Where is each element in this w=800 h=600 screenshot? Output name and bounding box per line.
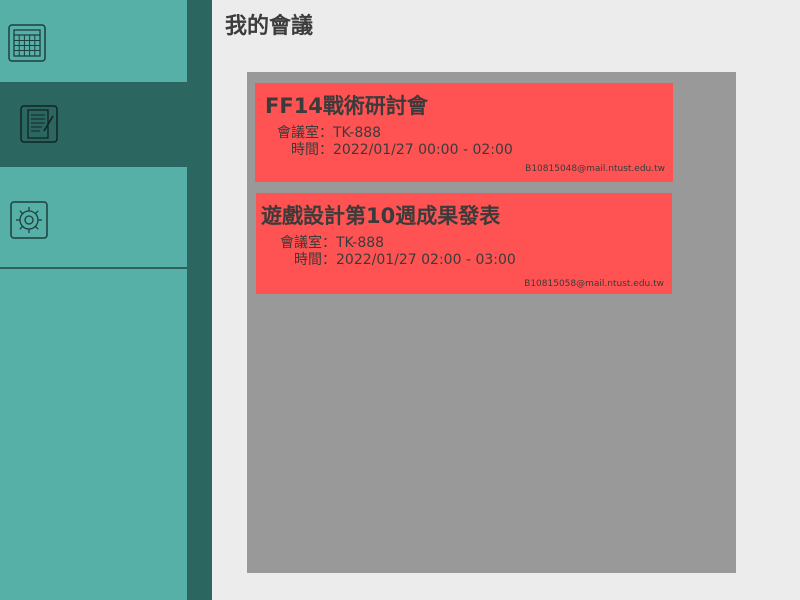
meeting-title: FF14戰術研討會 xyxy=(265,94,428,118)
calendar-icon xyxy=(8,24,46,62)
meeting-organizer-email: B10815048@mail.ntust.edu.tw xyxy=(525,164,665,174)
sidebar-item-calendar[interactable] xyxy=(0,0,187,82)
meeting-list: FF14戰術研討會 會議室：TK-888 時間：2022/01/27 00:00… xyxy=(247,72,736,573)
meeting-card[interactable]: FF14戰術研討會 會議室：TK-888 時間：2022/01/27 00:00… xyxy=(255,83,673,182)
meeting-room-label: 會議室： xyxy=(280,235,336,251)
app-window: 我的會議 FF14戰術研討會 會議室：TK-888 時間：2022/01/27 … xyxy=(0,0,800,600)
sidebar xyxy=(0,0,212,600)
meeting-time-label: 時間： xyxy=(294,252,336,268)
sidebar-filler xyxy=(0,268,187,600)
meeting-room: 會議室：TK-888 xyxy=(276,234,384,252)
page-title: 我的會議 xyxy=(225,14,314,39)
meeting-title: 遊戲設計第10週成果發表 xyxy=(261,204,501,228)
meeting-time-value: 2022/01/27 00:00 - 02:00 xyxy=(333,142,513,158)
meeting-room: 會議室：TK-888 xyxy=(275,124,381,142)
meeting-time-value: 2022/01/27 02:00 - 03:00 xyxy=(336,252,516,268)
meeting-room-value: TK-888 xyxy=(336,235,385,251)
notepad-icon xyxy=(20,105,58,143)
sidebar-item-settings[interactable] xyxy=(0,167,187,267)
gear-icon xyxy=(10,201,48,239)
sidebar-item-meetings[interactable] xyxy=(0,84,187,166)
meeting-room-label: 會議室： xyxy=(277,125,333,141)
meeting-card[interactable]: 遊戲設計第10週成果發表 會議室：TK-888 時間：2022/01/27 02… xyxy=(256,193,672,294)
meeting-time: 時間：2022/01/27 02:00 - 03:00 xyxy=(276,251,516,269)
meeting-room-value: TK-888 xyxy=(333,125,382,141)
meeting-time: 時間：2022/01/27 00:00 - 02:00 xyxy=(275,141,513,159)
meeting-organizer-email: B10815058@mail.ntust.edu.tw xyxy=(524,279,664,289)
meeting-time-label: 時間： xyxy=(291,142,333,158)
